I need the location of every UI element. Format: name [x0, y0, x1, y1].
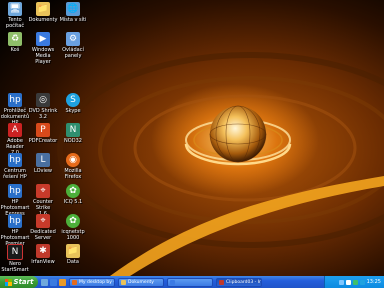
antivirus-tray-icon[interactable]: [352, 279, 358, 285]
desktop-icon-firefox[interactable]: ◉ Mozilla Firefox: [58, 153, 88, 180]
desktop-icon-media-player[interactable]: ▶ Windows Media Player: [28, 32, 58, 65]
folder-icon: 📁: [36, 2, 50, 16]
icq-setup-icon: ✿: [66, 214, 80, 228]
hp-photosmart-express-icon: hp: [8, 184, 22, 198]
control-panel-icon: ⚙: [66, 32, 80, 46]
network-places-icon: 🌐: [66, 2, 80, 16]
taskbar: Start My desktop by ~Fazz... Dokumenty C…: [0, 276, 384, 288]
task-label: Clipboard03 - IrfanView: [226, 279, 261, 285]
volume-tray-icon[interactable]: [345, 279, 351, 285]
task-label: My desktop by ~Fazz...: [79, 279, 114, 285]
start-button[interactable]: Start: [0, 276, 38, 288]
task-label: Dokumenty: [128, 279, 154, 285]
data-folder-icon: 📁: [66, 244, 80, 258]
desktop-icon-control-panel[interactable]: ⚙ Ovládací panely: [58, 32, 88, 59]
adobe-reader-icon: A: [8, 123, 22, 137]
desktop-icon-hp-photosmart-premier[interactable]: hp HP Photosmart Premier: [0, 214, 30, 247]
irfanview-task-icon: [219, 279, 224, 285]
network-tray-icon[interactable]: [338, 279, 344, 285]
media-player-icon: ▶: [36, 32, 50, 46]
desktop-icon-label: ICQ 5.1: [63, 199, 83, 205]
windows-logo-icon: [4, 278, 12, 286]
icq-icon: ✿: [66, 184, 80, 198]
recycle-bin-icon: ♻: [8, 32, 22, 46]
desktop-icon-label: Tento počítač: [5, 17, 25, 29]
show-desktop-icon[interactable]: [41, 278, 48, 286]
desktop-icon-loview[interactable]: L LOview: [28, 153, 58, 174]
hp-photosmart-premier-icon: hp: [8, 214, 22, 228]
media-player-quick-icon[interactable]: [59, 278, 66, 286]
taskbar-task-blank[interactable]: [167, 277, 213, 287]
desktop-icon-counter-strike[interactable]: ⌖ Counter Strike 1.6: [28, 184, 58, 217]
desktop-icon-nod32[interactable]: N NOD32: [58, 123, 88, 144]
blank-task-icon: [170, 279, 175, 285]
desktop-icon-icq-setup[interactable]: ✿ icqnetstp 1000: [58, 214, 88, 241]
internet-explorer-icon[interactable]: [50, 278, 57, 286]
pdfcreator-icon: P: [36, 123, 50, 137]
desktop-icon-pdfcreator[interactable]: P PDFCreator: [28, 123, 58, 144]
folder-task-icon: [121, 279, 126, 285]
desktop-icon-label: Mozilla Firefox: [64, 168, 82, 180]
clock[interactable]: 13:25: [367, 279, 381, 285]
dvd-shrink-icon: ◎: [36, 93, 50, 107]
desktop-icon-hp-photosmart-express[interactable]: hp HP Photosmart Express: [0, 184, 30, 217]
system-tray: 13:25: [324, 276, 384, 288]
hp-solution-center-icon: hp: [8, 153, 22, 167]
quick-launch: [41, 278, 66, 286]
desktop-icon-hp-document-viewer[interactable]: hp Prohlížeč dokumentů HP: [0, 93, 30, 126]
desktop-icon-dvd-shrink[interactable]: ◎ DVD Shrink 3.2: [28, 93, 58, 120]
firefox-icon: ◉: [66, 153, 80, 167]
desktop-icon-label: Ovládací panely: [62, 47, 84, 59]
skype-icon: S: [66, 93, 80, 107]
dedicated-server-icon: ⌖: [36, 214, 50, 228]
taskbar-task-browser[interactable]: My desktop by ~Fazz...: [69, 277, 115, 287]
nero-icon: N: [7, 244, 23, 260]
desktop-icon-label: NOD32: [64, 138, 82, 144]
desktop-icon-documents[interactable]: 📁 Dokumenty: [28, 2, 58, 23]
desktop-icon-my-computer[interactable]: 🖥 Tento počítač: [0, 2, 30, 29]
taskbar-task-irfanview[interactable]: Clipboard03 - IrfanView: [216, 277, 262, 287]
desktop-icon-label: DVD Shrink 3.2: [28, 108, 58, 120]
desktop-icon-label: icqnetstp 1000: [61, 229, 85, 241]
desktop-icon-label: Centrum řešení HP: [3, 168, 27, 180]
desktop-icon-label: Skype: [65, 108, 81, 114]
desktop: 🖥 Tento počítač 📁 Dokumenty 🌐 Místa v sí…: [0, 0, 384, 276]
start-label: Start: [13, 278, 34, 286]
desktop-icon-dedicated-server[interactable]: ⌖ Dedicated Server: [28, 214, 58, 241]
desktop-icon-label: Data: [67, 259, 79, 265]
desktop-icon-nero[interactable]: N Nero StartSmart: [0, 244, 30, 273]
desktop-icon-label: Koš: [10, 47, 20, 53]
hp-document-viewer-icon: hp: [8, 93, 22, 107]
desktop-icon-label: IrfanView: [31, 259, 55, 265]
desktop-icon-recycle-bin[interactable]: ♻ Koš: [0, 32, 30, 53]
desktop-icon-label: Nero StartSmart: [1, 261, 29, 273]
desktop-icon-label: Dedicated Server: [30, 229, 56, 241]
desktop-icon-label: LOview: [33, 168, 53, 174]
desktop-icon-label: Dokumenty: [28, 17, 58, 23]
desktop-icon-adobe-reader[interactable]: A Adobe Reader 7.0: [0, 123, 30, 156]
desktop-icon-label: PDFCreator: [28, 138, 58, 144]
desktop-icon-label: Windows Media Player: [31, 47, 55, 65]
desktop-icon-label: Místa v síti: [59, 17, 87, 23]
desktop-icon-irfanview[interactable]: ✱ IrfanView: [28, 244, 58, 265]
taskbar-task-documents[interactable]: Dokumenty: [118, 277, 164, 287]
loview-icon: L: [36, 153, 50, 167]
skype-tray-icon[interactable]: [359, 279, 365, 285]
my-computer-icon: 🖥: [8, 2, 22, 16]
counter-strike-icon: ⌖: [36, 184, 50, 198]
desktop-icon-skype[interactable]: S Skype: [58, 93, 88, 114]
desktop-icon-data[interactable]: 📁 Data: [58, 244, 88, 265]
nod32-icon: N: [66, 123, 80, 137]
desktop-icon-network-places[interactable]: 🌐 Místa v síti: [58, 2, 88, 23]
browser-task-icon: [72, 279, 77, 285]
desktop-icon-icq[interactable]: ✿ ICQ 5.1: [58, 184, 88, 205]
irfanview-icon: ✱: [36, 244, 50, 258]
desktop-icon-hp-solution-center[interactable]: hp Centrum řešení HP: [0, 153, 30, 180]
